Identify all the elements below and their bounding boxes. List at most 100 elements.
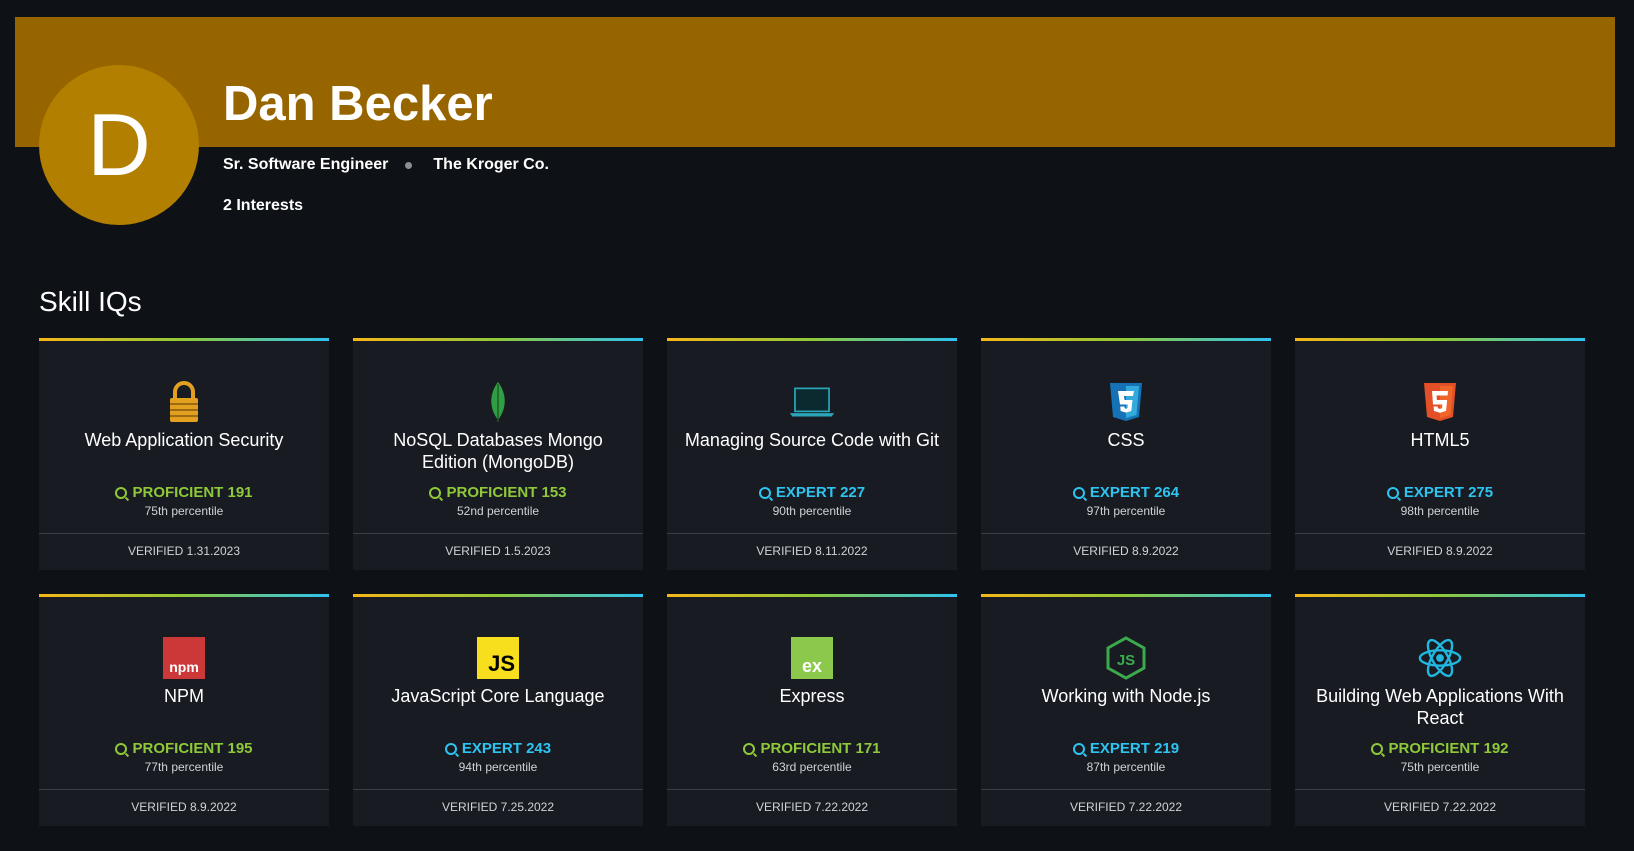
skill-level: PROFICIENT 191 xyxy=(39,484,329,501)
company-name: The Kroger Co. xyxy=(433,156,549,173)
skill-card[interactable]: CSS EXPERT 264 97th percentile VERIFIED … xyxy=(981,338,1271,570)
skill-percentile: 97th percentile xyxy=(1086,504,1166,518)
divider xyxy=(667,789,957,790)
skill-level-text: EXPERT 227 xyxy=(775,484,866,501)
skill-percentile: 75th percentile xyxy=(1400,760,1480,774)
divider xyxy=(39,789,329,790)
skill-card[interactable]: npm NPM PROFICIENT 195 77th percentile V… xyxy=(39,594,329,826)
skill-percentile: 77th percentile xyxy=(144,760,224,774)
skill-level: EXPERT 264 xyxy=(981,484,1271,501)
skill-percentile: 75th percentile xyxy=(144,504,224,518)
skill-title: HTML5 xyxy=(1410,430,1470,450)
skill-card[interactable]: NoSQL Databases Mongo Edition (MongoDB) … xyxy=(353,338,643,570)
divider xyxy=(981,533,1271,534)
divider xyxy=(353,533,643,534)
skill-iq-icon xyxy=(115,486,128,499)
divider xyxy=(981,789,1271,790)
profile-meta: Sr. Software Engineer The Kroger Co. xyxy=(223,156,549,174)
skill-iq-icon xyxy=(758,486,771,499)
skill-title: Working with Node.js xyxy=(1041,686,1211,706)
divider xyxy=(1295,533,1585,534)
verified-date: VERIFIED 8.9.2022 xyxy=(1073,544,1179,558)
skill-title: NPM xyxy=(164,686,204,706)
skill-level: EXPERT 227 xyxy=(667,484,957,501)
skill-title: JavaScript Core Language xyxy=(391,686,605,706)
js-logo: JS xyxy=(477,637,519,679)
verified-date: VERIFIED 8.9.2022 xyxy=(1387,544,1493,558)
verified-date: VERIFIED 7.22.2022 xyxy=(1069,800,1183,814)
mongodb-leaf-icon xyxy=(475,380,521,424)
divider xyxy=(39,533,329,534)
skill-percentile: 52nd percentile xyxy=(456,504,540,518)
skill-level-text: PROFICIENT 195 xyxy=(132,740,253,757)
skill-percentile: 94th percentile xyxy=(458,760,538,774)
laptop-icon xyxy=(789,380,835,424)
verified-date: VERIFIED 8.11.2022 xyxy=(756,544,868,558)
skill-level-text: PROFICIENT 191 xyxy=(132,484,253,501)
skill-level-text: EXPERT 264 xyxy=(1089,484,1180,501)
skill-level: PROFICIENT 153 xyxy=(353,484,643,501)
skill-level-text: PROFICIENT 153 xyxy=(446,484,567,501)
verified-date: VERIFIED 7.22.2022 xyxy=(755,800,869,814)
skill-title: Express xyxy=(779,686,845,706)
skill-iq-icon xyxy=(115,742,128,755)
skill-iq-icon xyxy=(1386,486,1399,499)
profile-name: Dan Becker xyxy=(223,77,493,131)
skill-level-text: EXPERT 243 xyxy=(461,740,552,757)
skill-title: Building Web Applications With React xyxy=(1316,686,1564,728)
skill-title: Web Application Security xyxy=(84,430,284,450)
skill-card[interactable]: JS JavaScript Core Language EXPERT 243 9… xyxy=(353,594,643,826)
skill-level: PROFICIENT 192 xyxy=(1295,740,1585,757)
skill-level-text: EXPERT 275 xyxy=(1403,484,1494,501)
skill-iq-icon xyxy=(429,486,442,499)
skill-percentile: 98th percentile xyxy=(1400,504,1480,518)
css3-icon xyxy=(1103,380,1149,424)
separator-dot xyxy=(405,161,413,169)
skill-level: EXPERT 275 xyxy=(1295,484,1585,501)
nodejs-icon: JS xyxy=(1103,636,1149,680)
skill-card[interactable]: JS Working with Node.js EXPERT 219 87th … xyxy=(981,594,1271,826)
avatar: D xyxy=(39,65,199,225)
skill-card[interactable]: Managing Source Code with Git EXPERT 227… xyxy=(667,338,957,570)
html5-icon xyxy=(1417,380,1463,424)
verified-date: VERIFIED 8.9.2022 xyxy=(131,800,237,814)
skill-level: EXPERT 219 xyxy=(981,740,1271,757)
divider xyxy=(1295,789,1585,790)
job-title: Sr. Software Engineer xyxy=(223,156,389,173)
skill-iq-icon xyxy=(444,742,457,755)
react-icon xyxy=(1417,636,1463,680)
skill-card[interactable]: HTML5 EXPERT 275 98th percentile VERIFIE… xyxy=(1295,338,1585,570)
skill-level-text: PROFICIENT 192 xyxy=(1388,740,1509,757)
divider xyxy=(667,533,957,534)
svg-text:JS: JS xyxy=(1117,652,1135,669)
interests-link[interactable]: 2 Interests xyxy=(223,197,303,215)
skill-grid: Web Application Security PROFICIENT 191 … xyxy=(39,338,1585,826)
skill-level: EXPERT 243 xyxy=(353,740,643,757)
javascript-icon: JS xyxy=(475,636,521,680)
skill-title: CSS xyxy=(1107,430,1145,450)
skill-iq-icon xyxy=(1072,486,1085,499)
verified-date: VERIFIED 7.22.2022 xyxy=(1383,800,1497,814)
skill-iq-icon xyxy=(1371,742,1384,755)
skill-card[interactable]: Building Web Applications With React PRO… xyxy=(1295,594,1585,826)
express-logo: ex xyxy=(791,637,833,679)
divider xyxy=(353,789,643,790)
verified-date: VERIFIED 7.25.2022 xyxy=(441,800,555,814)
skill-iq-icon xyxy=(743,742,756,755)
skill-level: PROFICIENT 171 xyxy=(667,740,957,757)
skill-percentile: 63rd percentile xyxy=(772,760,852,774)
skill-percentile: 90th percentile xyxy=(772,504,852,518)
skill-title: NoSQL Databases Mongo Edition (MongoDB) xyxy=(393,430,603,472)
skill-level: PROFICIENT 195 xyxy=(39,740,329,757)
lock-icon xyxy=(161,380,207,424)
skill-card[interactable]: ex Express PROFICIENT 171 63rd percentil… xyxy=(667,594,957,826)
skill-card[interactable]: Web Application Security PROFICIENT 191 … xyxy=(39,338,329,570)
section-title: Skill IQs xyxy=(39,286,142,317)
skill-level-text: EXPERT 219 xyxy=(1089,740,1180,757)
skill-iq-icon xyxy=(1072,742,1085,755)
skill-percentile: 87th percentile xyxy=(1086,760,1166,774)
verified-date: VERIFIED 1.31.2023 xyxy=(127,544,241,558)
skill-level-text: PROFICIENT 171 xyxy=(760,740,881,757)
verified-date: VERIFIED 1.5.2023 xyxy=(445,544,551,558)
express-icon: ex xyxy=(789,636,835,680)
